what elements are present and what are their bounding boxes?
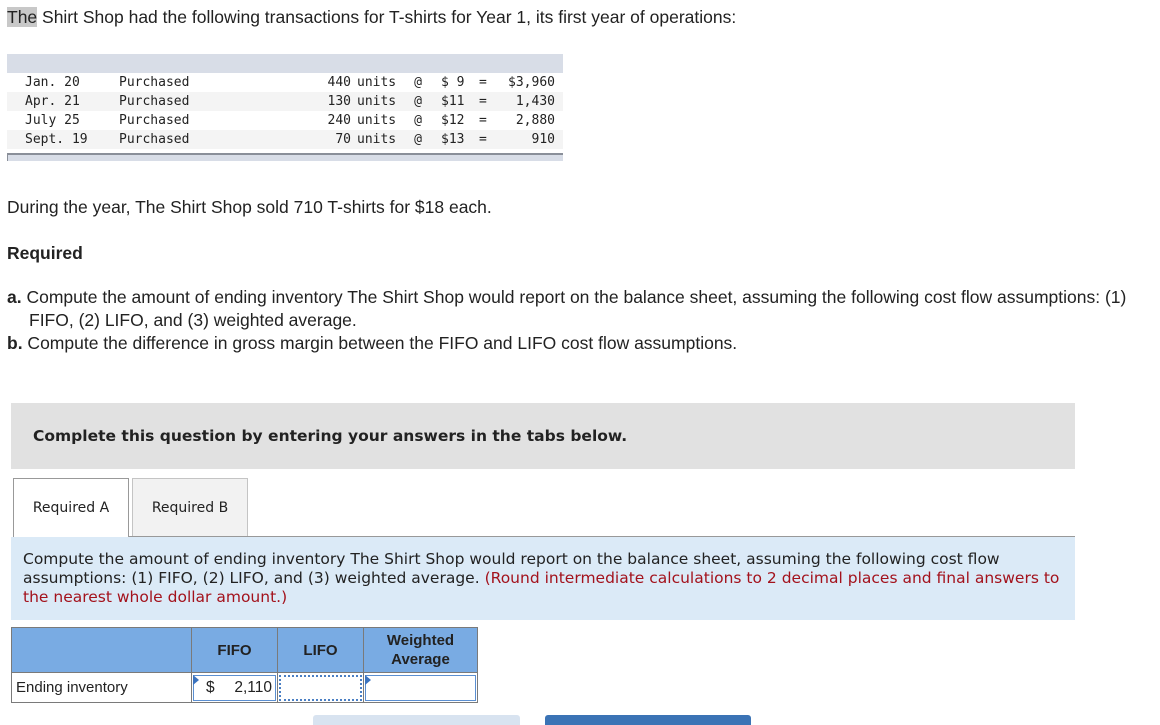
transaction-date: Apr. 21: [25, 94, 80, 109]
transaction-equals: =: [479, 75, 487, 90]
transactions-header: [7, 54, 563, 73]
transactions-footer: [7, 153, 563, 161]
fifo-cell: $2,110: [191, 672, 278, 703]
transaction-total: 910: [531, 132, 555, 147]
transaction-at: @: [414, 113, 422, 128]
transaction-unit-label: units: [357, 94, 397, 109]
transaction-date: Sept. 19: [25, 132, 88, 147]
transaction-unit-label: units: [357, 132, 397, 147]
transaction-units: 130: [327, 94, 351, 109]
weighted-average-input[interactable]: [365, 674, 476, 701]
transaction-row: Sept. 19 Purchased 70 units @ $13 = 910: [7, 130, 563, 149]
lifo-input[interactable]: [279, 674, 362, 701]
transaction-description: Purchased: [119, 94, 190, 109]
transaction-total: 2,880: [515, 113, 555, 128]
requirement-b: b. Compute the difference in gross margi…: [7, 333, 738, 353]
transaction-date: July 25: [25, 113, 80, 128]
transaction-price: $12: [441, 113, 465, 128]
sold-text: During the year, The Shirt Shop sold 710…: [7, 197, 492, 217]
highlighted-word: The: [7, 7, 38, 27]
fifo-input[interactable]: $2,110: [193, 674, 276, 701]
transaction-at: @: [414, 132, 422, 147]
transactions-table: Jan. 20 Purchased 440 units @ $ 9 = $3,960 Apr. …: [7, 54, 563, 161]
next-button[interactable]: [545, 715, 751, 725]
transaction-date: Jan. 20: [25, 75, 80, 90]
row-label-ending-inventory: Ending inventory: [11, 672, 192, 703]
requirements-list: a. Compute the amount of ending inventor…: [7, 286, 1147, 355]
transaction-price: $13: [441, 132, 465, 147]
transaction-units: 240: [327, 113, 351, 128]
transaction-unit-label: units: [357, 113, 397, 128]
header-lifo: LIFO: [277, 627, 364, 673]
transaction-at: @: [414, 94, 422, 109]
transaction-row: Jan. 20 Purchased 440 units @ $ 9 = $3,960: [7, 73, 563, 92]
transaction-price: $11: [441, 94, 465, 109]
transaction-row: Apr. 21 Purchased 130 units @ $11 = 1,430: [7, 92, 563, 111]
transaction-units: 440: [327, 75, 351, 90]
transaction-total: $3,960: [508, 75, 555, 90]
transaction-description: Purchased: [119, 75, 190, 90]
weighted-average-cell: [363, 672, 478, 703]
header-blank: [11, 627, 192, 673]
prev-button[interactable]: [313, 715, 520, 725]
required-heading: Required: [7, 243, 83, 263]
answer-table: FIFO LIFO Weighted Average Ending invent…: [11, 627, 478, 703]
transaction-unit-label: units: [357, 75, 397, 90]
requirement-a: a. Compute the amount of ending inventor…: [7, 287, 1127, 330]
transaction-price: $ 9: [441, 75, 465, 90]
currency-symbol: $: [206, 678, 215, 696]
transaction-units: 70: [335, 132, 351, 147]
transaction-row: July 25 Purchased 240 units @ $12 = 2,880: [7, 111, 563, 130]
tab-bar: Required A Required B: [13, 478, 248, 537]
input-flag-icon: [365, 674, 371, 685]
input-flag-icon: [193, 674, 199, 685]
lifo-cell: [277, 672, 364, 703]
tab-required-a[interactable]: Required A: [13, 478, 129, 537]
header-fifo: FIFO: [191, 627, 278, 673]
header-weighted-average: Weighted Average: [363, 627, 478, 673]
tab-required-b[interactable]: Required B: [132, 478, 248, 537]
question-panel: Compute the amount of ending inventory T…: [11, 537, 1075, 620]
transaction-total: 1,430: [515, 94, 555, 109]
transaction-description: Purchased: [119, 113, 190, 128]
intro-text: The Shirt Shop had the following transac…: [7, 7, 737, 27]
transaction-equals: =: [479, 132, 487, 147]
transaction-equals: =: [479, 94, 487, 109]
transaction-at: @: [414, 75, 422, 90]
transaction-description: Purchased: [119, 132, 190, 147]
transaction-equals: =: [479, 113, 487, 128]
instruction-banner: Complete this question by entering your …: [11, 403, 1075, 469]
